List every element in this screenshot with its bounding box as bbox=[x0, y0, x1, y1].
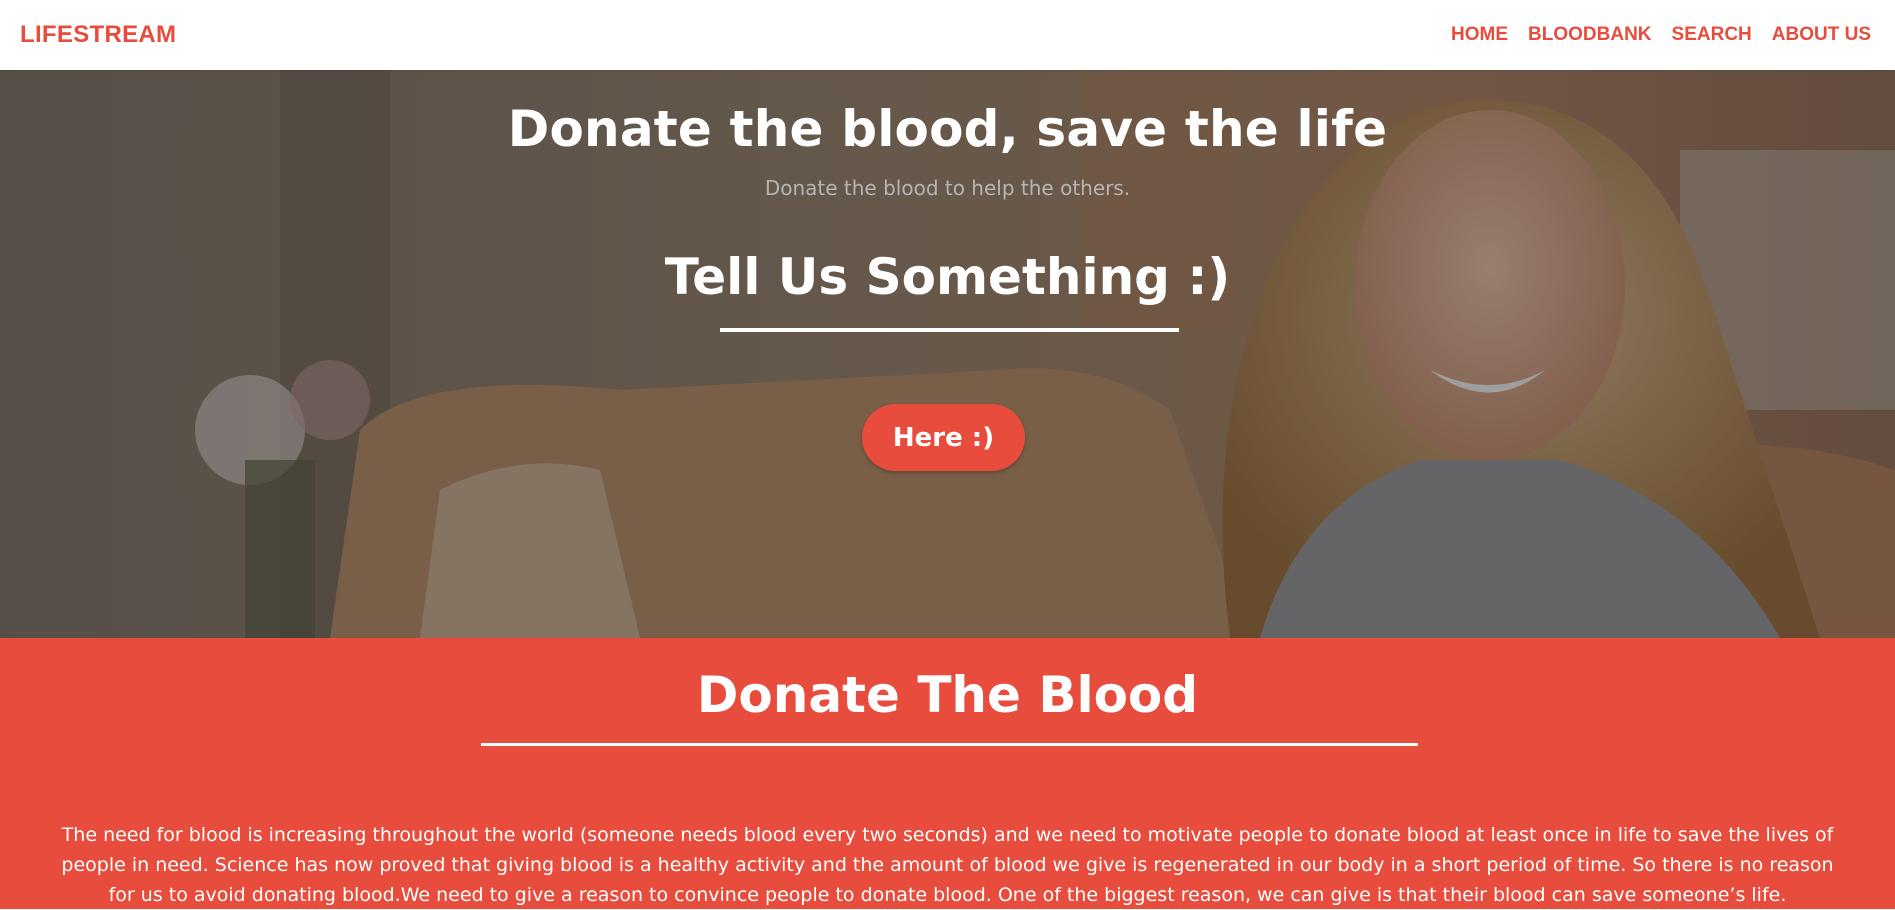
nav-search-link[interactable]: SEARCH bbox=[1672, 24, 1752, 46]
nav-about-us-link[interactable]: ABOUT US bbox=[1772, 24, 1871, 46]
donate-section: Donate The Blood The need for blood is i… bbox=[0, 638, 1895, 909]
donate-paragraph: The need for blood is increasing through… bbox=[61, 824, 1834, 906]
heading-underline bbox=[720, 328, 1179, 332]
donate-title: Donate The Blood bbox=[696, 666, 1199, 724]
nav-bloodbank-link[interactable]: BLOODBANK bbox=[1528, 24, 1652, 46]
navbar: LIFESTREAM HOME BLOODBANK SEARCH ABOUT U… bbox=[0, 0, 1895, 70]
nav-links: HOME BLOODBANK SEARCH ABOUT US bbox=[1451, 24, 1875, 46]
nav-home-link[interactable]: HOME bbox=[1451, 24, 1508, 46]
hero-content: Donate the blood, save the life Donate t… bbox=[0, 70, 1895, 638]
brand-logo[interactable]: LIFESTREAM bbox=[20, 21, 176, 49]
tell-us-heading: Tell Us Something :) bbox=[664, 248, 1231, 306]
hero-title: Donate the blood, save the life bbox=[507, 100, 1388, 158]
donate-title-underline bbox=[481, 743, 1418, 746]
hero-subtitle: Donate the blood to help the others. bbox=[764, 176, 1131, 200]
hero-section: Donate the blood, save the life Donate t… bbox=[0, 70, 1895, 638]
here-button[interactable]: Here :) bbox=[862, 404, 1025, 471]
